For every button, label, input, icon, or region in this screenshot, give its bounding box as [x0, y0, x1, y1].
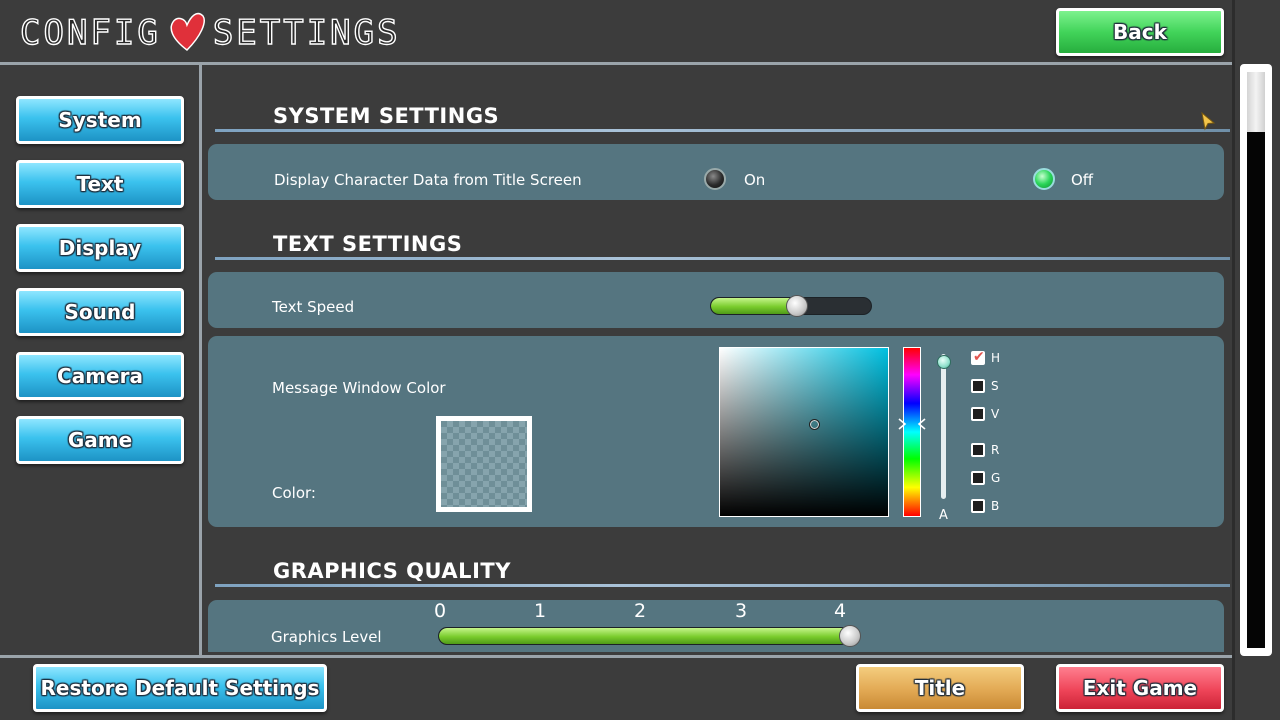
- section-title-system: SYSTEM SETTINGS: [273, 104, 500, 128]
- message-window-color-label: Message Window Color: [272, 379, 446, 397]
- panel-message-window: Message Window Color Color: A ✔ H S V R …: [208, 336, 1224, 527]
- sidebar-item-sound[interactable]: Sound: [16, 288, 184, 336]
- settings-content: SYSTEM SETTINGS Display Character Data f…: [205, 66, 1232, 652]
- check-icon: ✔: [973, 349, 985, 365]
- section-line-text: [215, 257, 1230, 260]
- section-title-text: TEXT SETTINGS: [273, 232, 463, 256]
- scrollbar-track[interactable]: [1247, 72, 1265, 648]
- sidebar-item-display[interactable]: Display: [16, 224, 184, 272]
- graphics-level-slider[interactable]: [438, 627, 850, 645]
- title-settings-text: SETTINGS: [212, 12, 401, 53]
- header-divider: [0, 62, 1232, 65]
- radio-off-label: Off: [1071, 171, 1094, 189]
- graphics-level-label: Graphics Level: [271, 628, 382, 646]
- panel-graphics-level: Graphics Level 0 1 2 3 4: [208, 600, 1224, 652]
- hue-slider[interactable]: [903, 347, 921, 517]
- alpha-label: A: [939, 508, 948, 523]
- checkbox-s-label: S: [991, 379, 999, 393]
- exit-game-button[interactable]: Exit Game: [1056, 664, 1224, 712]
- checkbox-g-label: G: [991, 471, 1001, 485]
- hue-marker-icon: [898, 418, 926, 430]
- checkbox-r[interactable]: [971, 443, 985, 457]
- sidebar-item-game[interactable]: Game: [16, 416, 184, 464]
- scrollbar-thumb[interactable]: [1247, 72, 1265, 132]
- radio-off[interactable]: [1033, 168, 1055, 190]
- radio-on[interactable]: [704, 168, 726, 190]
- sidebar-item-text[interactable]: Text: [16, 160, 184, 208]
- alpha-knob[interactable]: [937, 355, 951, 369]
- picker-cursor[interactable]: [809, 419, 820, 430]
- checkbox-h[interactable]: ✔: [971, 349, 985, 365]
- graphics-tick-4: 4: [833, 600, 847, 622]
- checkbox-v[interactable]: [971, 407, 985, 421]
- sidebar-item-system[interactable]: System: [16, 96, 184, 144]
- restore-defaults-button[interactable]: Restore Default Settings: [33, 664, 327, 712]
- checkbox-v-label: V: [991, 407, 1000, 421]
- back-button[interactable]: Back: [1056, 8, 1224, 56]
- section-title-graphics: GRAPHICS QUALITY: [273, 559, 511, 583]
- title-button[interactable]: Title: [856, 664, 1024, 712]
- color-label: Color:: [272, 484, 316, 502]
- color-swatch[interactable]: [436, 416, 532, 512]
- heart-icon: [170, 12, 205, 51]
- graphics-tick-3: 3: [734, 600, 748, 622]
- sidebar-item-camera[interactable]: Camera: [16, 352, 184, 400]
- footer-divider: [0, 655, 1232, 658]
- checkbox-b[interactable]: [971, 499, 985, 513]
- mouse-cursor-icon: [1201, 111, 1216, 131]
- checkbox-b-label: B: [991, 499, 1000, 513]
- checkbox-r-label: R: [991, 443, 1000, 457]
- sidebar-divider: [199, 65, 202, 655]
- radio-on-label: On: [744, 171, 766, 189]
- graphics-tick-1: 1: [533, 600, 547, 622]
- text-speed-label: Text Speed: [272, 298, 355, 316]
- checkbox-g[interactable]: [971, 471, 985, 485]
- text-speed-fill: [711, 298, 799, 314]
- checkbox-s[interactable]: [971, 379, 985, 393]
- panel-text-speed: Text Speed: [208, 272, 1224, 328]
- graphics-tick-0: 0: [433, 600, 447, 622]
- page-title: CONFIG SETTINGS: [19, 12, 401, 54]
- alpha-slider[interactable]: [941, 354, 946, 499]
- graphics-tick-2: 2: [633, 600, 647, 622]
- scrollbar[interactable]: [1240, 64, 1272, 656]
- graphics-level-fill: [439, 628, 849, 644]
- title-config-text: CONFIG: [19, 12, 161, 53]
- graphics-level-knob[interactable]: [839, 625, 861, 647]
- checkbox-h-label: H: [991, 351, 1001, 365]
- display-character-label: Display Character Data from Title Screen: [274, 171, 582, 189]
- saturation-value-picker[interactable]: [719, 347, 889, 517]
- panel-display-character: Display Character Data from Title Screen…: [208, 144, 1224, 200]
- right-divider: [1232, 0, 1235, 720]
- section-line-system: [215, 129, 1230, 132]
- section-line-graphics: [215, 584, 1230, 587]
